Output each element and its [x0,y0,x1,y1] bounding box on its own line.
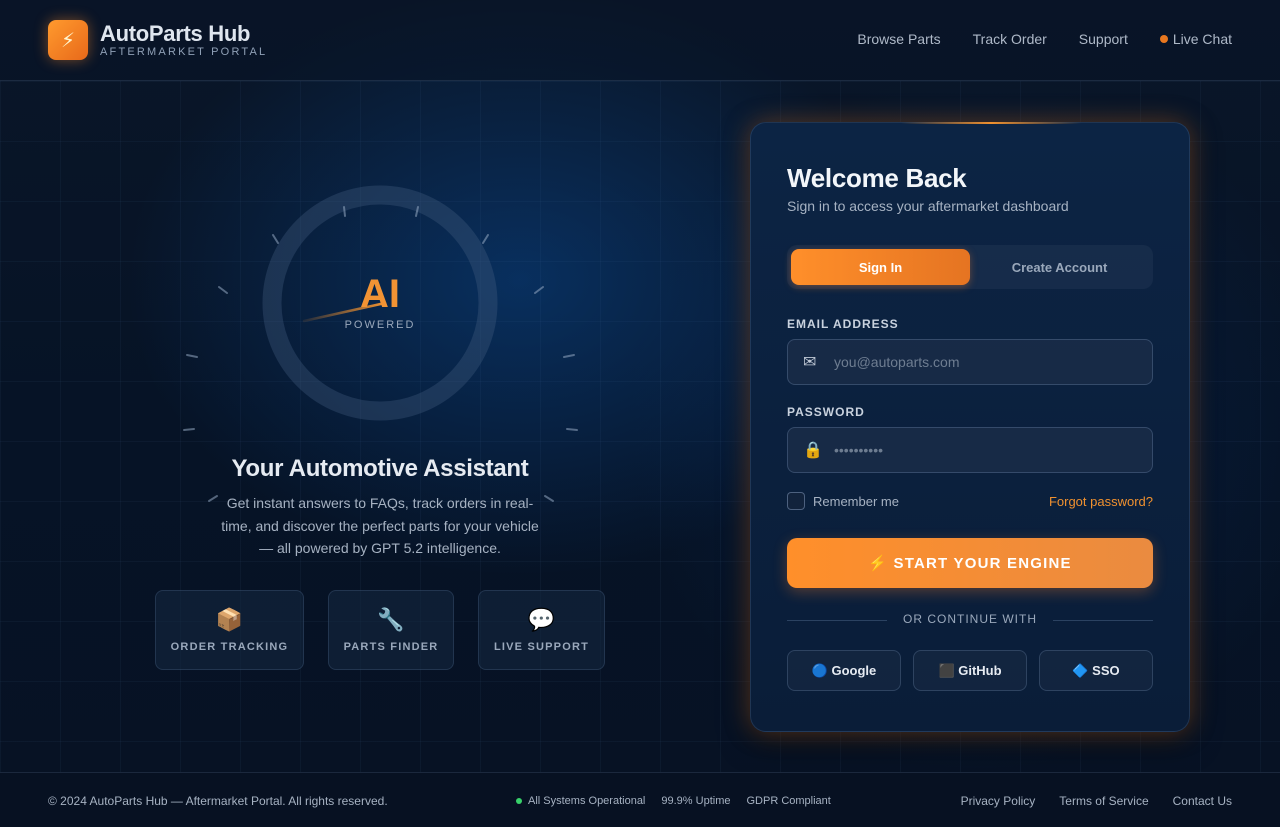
status-dot-icon [516,798,522,804]
chat-bubble-icon: 💬 [527,607,556,632]
status-text: All Systems Operational [528,795,646,807]
top-header: ⚡ AutoParts Hub AFTERMARKET PORTAL Brows… [0,0,1280,81]
card-accent-glow [901,122,1081,124]
email-field-wrapper: ✉ [787,339,1153,385]
email-field[interactable] [834,340,1134,384]
feature-label: ORDER TRACKING [170,641,289,653]
ai-badge-title: AI [360,272,400,316]
terms-of-service-link[interactable]: Terms of Service [1059,794,1148,808]
hero-description: Get instant answers to FAQs, track order… [221,495,539,556]
tab-sign-in[interactable]: Sign In [791,249,970,285]
copyright-text: © 2024 AutoParts Hub — Aftermarket Porta… [48,794,388,808]
password-field-wrapper: 🔒 [787,427,1153,473]
compliance-text: GDPR Compliant [746,795,831,807]
start-engine-button[interactable]: ⚡ START YOUR ENGINE [787,538,1153,588]
brand-name[interactable]: AutoParts Hub [100,21,250,47]
wrench-icon: 🔧 [377,607,405,632]
feature-order-tracking[interactable]: 📦 ORDER TRACKING [155,590,304,670]
tab-create-account[interactable]: Create Account [970,249,1149,285]
social-divider: OR CONTINUE WITH [787,612,1153,628]
nav-live-chat-label: Live Chat [1172,31,1232,47]
lock-icon: 🔒 [803,442,823,459]
email-label: EMAIL ADDRESS [787,317,899,331]
remember-label: Remember me [813,493,899,509]
feature-live-support[interactable]: 💬 LIVE SUPPORT [478,590,605,670]
contact-us-link[interactable]: Contact Us [1173,794,1232,808]
forgot-password-link[interactable]: Forgot password? [1049,494,1153,509]
divider-line [1053,620,1153,621]
privacy-policy-link[interactable]: Privacy Policy [961,794,1036,808]
login-card: Welcome Back Sign in to access your afte… [750,122,1190,732]
page-footer: © 2024 AutoParts Hub — Aftermarket Porta… [0,772,1280,827]
password-label: PASSWORD [787,405,865,419]
system-status: All Systems Operational 99.9% Uptime GDP… [516,795,831,807]
password-field[interactable] [834,428,1134,472]
ai-badge-subtitle: POWERED [344,319,416,331]
remember-checkbox[interactable] [787,492,805,510]
package-icon: 📦 [215,607,244,632]
main-nav: Browse Parts Track Order Support Live Ch… [857,31,1232,47]
hero-title: Your Automotive Assistant [231,455,529,482]
nav-track-order[interactable]: Track Order [973,31,1047,47]
remember-me[interactable]: Remember me [787,492,899,510]
uptime-text: 99.9% Uptime [661,795,731,807]
github-login-button[interactable]: ⬛ GitHub [913,650,1027,691]
mail-icon: ✉ [803,354,817,371]
footer-links: Privacy Policy Terms of Service Contact … [961,794,1232,808]
divider-label: OR CONTINUE WITH [903,612,1037,626]
status-operational: All Systems Operational [516,795,645,807]
lightning-icon[interactable]: ⚡ [48,20,88,60]
login-subtitle: Sign in to access your aftermarket dashb… [787,198,1069,214]
sso-login-button[interactable]: 🔷 SSO [1039,650,1153,691]
nav-live-chat[interactable]: Live Chat [1159,31,1232,47]
login-title: Welcome Back [787,163,967,193]
live-status-dot-icon [1159,35,1168,43]
nav-support[interactable]: Support [1079,31,1128,47]
feature-parts-finder[interactable]: 🔧 PARTS FINDER [328,590,454,670]
feature-label: LIVE SUPPORT [493,641,590,653]
brand-tagline: AFTERMARKET PORTAL [100,46,268,58]
auth-tabs: Sign In Create Account [787,245,1153,289]
nav-browse-parts[interactable]: Browse Parts [857,31,940,47]
google-login-button[interactable]: 🔵 Google [787,650,901,691]
feature-label: PARTS FINDER [343,641,439,653]
